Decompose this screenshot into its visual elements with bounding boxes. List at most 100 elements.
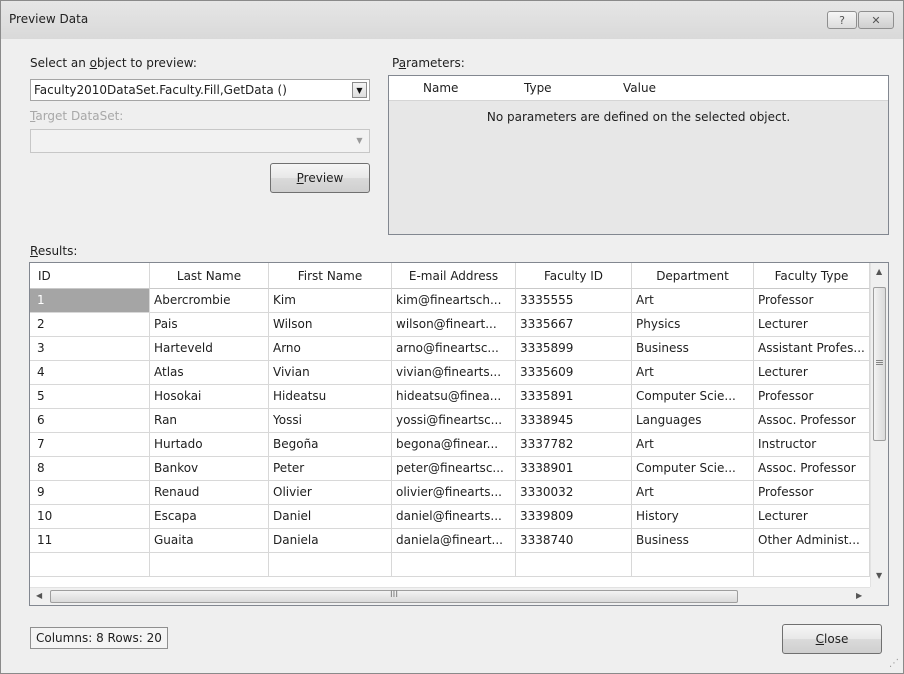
table-cell[interactable]: 3337782 xyxy=(516,433,632,457)
table-row[interactable]: 8 Bankov Peter peter@fineartsc... 3338901 Com… xyxy=(30,457,870,481)
table-cell[interactable]: 3339809 xyxy=(516,505,632,529)
help-button[interactable]: ? xyxy=(827,11,857,29)
table-cell[interactable]: Professor xyxy=(754,385,870,409)
table-cell[interactable]: Escapa xyxy=(150,505,269,529)
table-cell[interactable]: Assoc. Professor xyxy=(754,457,870,481)
table-cell[interactable]: Hosokai xyxy=(150,385,269,409)
table-cell[interactable]: Computer Scie... xyxy=(632,457,754,481)
chevron-down-icon[interactable]: ▼ xyxy=(352,82,367,98)
table-cell[interactable]: 3 xyxy=(30,337,150,361)
table-cell[interactable]: Hurtado xyxy=(150,433,269,457)
results-col-header[interactable]: Last Name xyxy=(150,263,269,289)
table-cell[interactable]: peter@fineartsc... xyxy=(392,457,516,481)
table-cell[interactable]: Abercrombie xyxy=(150,289,269,313)
table-cell[interactable]: Lecturer xyxy=(754,313,870,337)
table-cell[interactable]: Vivian xyxy=(269,361,392,385)
table-cell[interactable]: 1 xyxy=(30,289,150,313)
resize-grip-icon[interactable]: ⋰ xyxy=(889,658,899,669)
table-cell[interactable]: Instructor xyxy=(754,433,870,457)
table-cell[interactable] xyxy=(392,553,516,577)
table-cell[interactable]: Olivier xyxy=(269,481,392,505)
table-cell[interactable]: 3335555 xyxy=(516,289,632,313)
table-cell[interactable]: hideatsu@finea... xyxy=(392,385,516,409)
table-cell[interactable]: Languages xyxy=(632,409,754,433)
table-cell[interactable]: Harteveld xyxy=(150,337,269,361)
table-cell[interactable]: Professor xyxy=(754,289,870,313)
scroll-left-icon[interactable]: ◀ xyxy=(36,591,42,600)
table-cell[interactable]: Kim xyxy=(269,289,392,313)
table-row[interactable]: 9 Renaud Olivier olivier@finearts... 3330032… xyxy=(30,481,870,505)
preview-button[interactable]: Preview xyxy=(270,163,370,193)
table-cell[interactable]: Arno xyxy=(269,337,392,361)
table-cell[interactable]: Assistant Profes... xyxy=(754,337,870,361)
table-cell[interactable]: 3330032 xyxy=(516,481,632,505)
table-row[interactable]: 1 Abercrombie Kim kim@fineartsch... 3335555 A… xyxy=(30,289,870,313)
table-cell[interactable]: 5 xyxy=(30,385,150,409)
results-col-header[interactable]: First Name xyxy=(269,263,392,289)
table-cell[interactable]: kim@fineartsch... xyxy=(392,289,516,313)
window-close-button[interactable]: ✕ xyxy=(858,11,894,29)
table-cell[interactable]: Art xyxy=(632,433,754,457)
table-row[interactable]: 2 Pais Wilson wilson@fineart... 3335667 Physi… xyxy=(30,313,870,337)
table-cell[interactable]: 9 xyxy=(30,481,150,505)
scroll-down-icon[interactable]: ▼ xyxy=(876,571,882,580)
table-row[interactable]: 10 Escapa Daniel daniel@finearts... 3339809 H… xyxy=(30,505,870,529)
table-cell[interactable]: 3335891 xyxy=(516,385,632,409)
table-cell[interactable]: Business xyxy=(632,529,754,553)
parameters-grid[interactable]: Name Type Value No parameters are define… xyxy=(388,75,889,235)
results-col-header[interactable]: Faculty ID xyxy=(516,263,632,289)
table-cell[interactable]: 10 xyxy=(30,505,150,529)
scroll-right-icon[interactable]: ▶ xyxy=(856,591,862,600)
table-cell[interactable]: Professor xyxy=(754,481,870,505)
table-cell[interactable]: Art xyxy=(632,289,754,313)
table-cell[interactable]: 3338945 xyxy=(516,409,632,433)
table-cell[interactable] xyxy=(632,553,754,577)
results-grid[interactable]: ID Last Name First Name E-mail Address Facul… xyxy=(29,262,889,606)
table-cell[interactable]: 7 xyxy=(30,433,150,457)
table-cell[interactable]: 8 xyxy=(30,457,150,481)
table-cell[interactable]: Atlas xyxy=(150,361,269,385)
table-row[interactable]: 5 Hosokai Hideatsu hideatsu@finea... 3335891… xyxy=(30,385,870,409)
table-row[interactable]: 3 Harteveld Arno arno@fineartsc... 3335899 Bu… xyxy=(30,337,870,361)
table-cell[interactable]: History xyxy=(632,505,754,529)
horizontal-scroll-thumb[interactable]: III xyxy=(50,590,738,603)
results-col-header[interactable]: E-mail Address xyxy=(392,263,516,289)
table-row[interactable]: 6 Ran Yossi yossi@fineartsc... 3338945 Langu… xyxy=(30,409,870,433)
table-row[interactable] xyxy=(30,553,870,577)
table-cell[interactable]: Bankov xyxy=(150,457,269,481)
table-cell[interactable]: 3338740 xyxy=(516,529,632,553)
table-cell[interactable]: Daniela xyxy=(269,529,392,553)
table-cell[interactable]: 3335609 xyxy=(516,361,632,385)
table-row[interactable]: 11 Guaita Daniela daniela@fineart... 3338740… xyxy=(30,529,870,553)
results-col-header[interactable]: Faculty Type xyxy=(754,263,870,289)
table-cell[interactable]: Renaud xyxy=(150,481,269,505)
horizontal-scrollbar[interactable]: ◀ III ▶ xyxy=(30,587,870,605)
table-cell[interactable]: 11 xyxy=(30,529,150,553)
table-cell[interactable]: arno@fineartsc... xyxy=(392,337,516,361)
vertical-scrollbar[interactable]: ▲ ≡ ▼ xyxy=(870,263,888,587)
table-cell[interactable]: daniela@fineart... xyxy=(392,529,516,553)
close-button[interactable]: Close xyxy=(782,624,882,654)
table-cell[interactable]: 4 xyxy=(30,361,150,385)
table-cell[interactable]: wilson@fineart... xyxy=(392,313,516,337)
table-cell[interactable]: Hideatsu xyxy=(269,385,392,409)
table-cell[interactable]: Assoc. Professor xyxy=(754,409,870,433)
table-cell[interactable]: Business xyxy=(632,337,754,361)
table-cell[interactable]: Art xyxy=(632,481,754,505)
table-cell[interactable] xyxy=(269,553,392,577)
table-row[interactable]: 7 Hurtado Begoña begona@finear... 3337782 Art… xyxy=(30,433,870,457)
table-cell[interactable]: Pais xyxy=(150,313,269,337)
table-cell[interactable]: begona@finear... xyxy=(392,433,516,457)
vertical-scroll-thumb[interactable]: ≡ xyxy=(873,287,886,441)
table-cell[interactable]: Art xyxy=(632,361,754,385)
table-cell[interactable]: vivian@finearts... xyxy=(392,361,516,385)
table-cell[interactable]: Physics xyxy=(632,313,754,337)
table-cell[interactable]: Yossi xyxy=(269,409,392,433)
target-dataset-dropdown[interactable]: ▼ xyxy=(30,129,370,153)
table-cell[interactable] xyxy=(30,553,150,577)
table-cell[interactable]: yossi@fineartsc... xyxy=(392,409,516,433)
table-cell[interactable]: Computer Scie... xyxy=(632,385,754,409)
table-cell[interactable]: 2 xyxy=(30,313,150,337)
table-cell[interactable]: Wilson xyxy=(269,313,392,337)
table-cell[interactable]: Begoña xyxy=(269,433,392,457)
